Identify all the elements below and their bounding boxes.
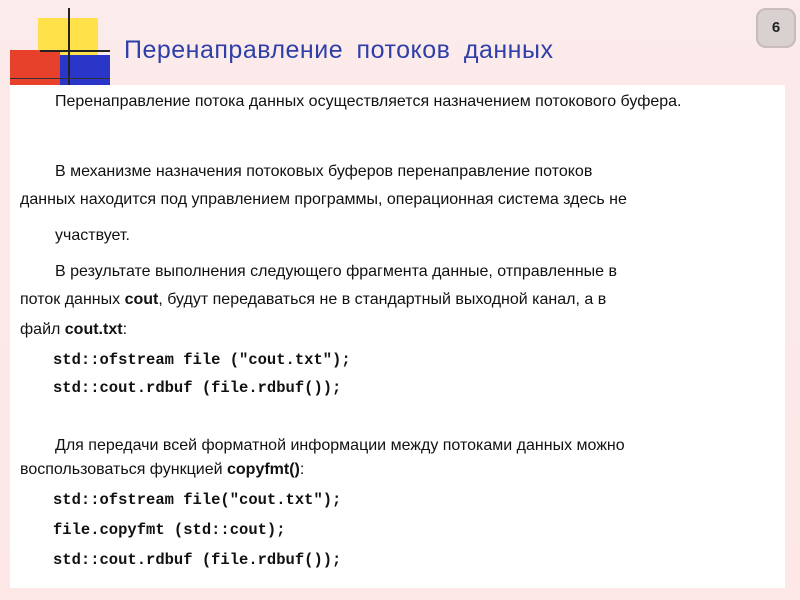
paragraph-1: Перенаправление потока данных осуществля…	[55, 93, 682, 110]
slide-title: Перенаправление потоков данных	[124, 36, 554, 64]
p3-text-a: поток данных	[20, 291, 125, 308]
paragraph-3-line-3: файл cout.txt:	[20, 315, 780, 344]
paragraph-2-line-2: данных находится под управлением програм…	[20, 191, 627, 208]
content-panel: Перенаправление потока данных осуществля…	[10, 85, 785, 588]
copyfmt-keyword: copyfmt()	[227, 461, 300, 478]
cout-txt-keyword: cout.txt	[64, 321, 123, 338]
code-block-1-line-2: std::cout.rdbuf (file.rdbuf());	[53, 379, 342, 397]
page-number-badge: 6	[756, 8, 796, 48]
paragraph-2-line-1: В механизме назначения потоковых буферов…	[55, 163, 593, 180]
code-block-2-line-1: std::ofstream file("cout.txt");	[53, 491, 342, 509]
p4-text-a: воспользоваться функцией	[20, 461, 227, 478]
logo-red-rect	[10, 50, 60, 86]
code-block-1-line-1: std::ofstream file ("cout.txt");	[53, 351, 351, 369]
code-block-2-line-2: file.copyfmt (std::cout);	[53, 521, 286, 539]
paragraph-3-line-2: поток данных cout, будут передаваться не…	[20, 285, 780, 314]
logo-vertical-line	[68, 8, 70, 88]
p3-text-c: , будут передаваться не в стандартный вы…	[158, 291, 607, 308]
p3-colon: :	[122, 321, 128, 338]
code-block-2-line-3: std::cout.rdbuf (file.rdbuf());	[53, 551, 342, 569]
page-number: 6	[771, 19, 781, 36]
p3-file-text: файл	[20, 321, 65, 338]
paragraph-2-line-3: участвует.	[55, 227, 130, 244]
logo-divider-line	[10, 78, 110, 79]
paragraph-3-line-1: В результате выполнения следующего фрагм…	[55, 263, 618, 280]
paragraph-4-line-2: воспользоваться функцией copyfmt():	[20, 455, 780, 484]
p4-colon: :	[299, 461, 305, 478]
logo-horizontal-line	[40, 50, 110, 52]
cout-keyword: cout	[124, 291, 159, 308]
